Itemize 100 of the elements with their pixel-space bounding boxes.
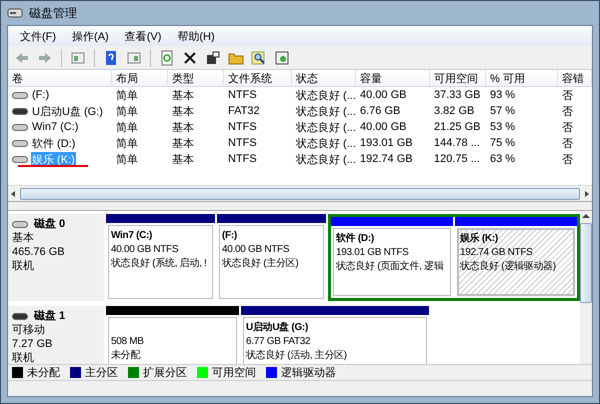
partition-size: 193.01 GB NTFS	[336, 246, 410, 259]
disk-type: 可移动	[12, 324, 46, 337]
disk-name: 磁盘 1	[34, 310, 66, 323]
table-cell-text: 简单	[115, 104, 139, 118]
table-cell-text: FAT32	[227, 105, 261, 117]
legend-label: 逻辑驱动器	[281, 366, 336, 380]
partition-block[interactable]: 娱乐 (K:) 192.74 GB NTFS 状态良好 (逻辑驱动器)	[455, 217, 577, 298]
partition-status: 未分配	[111, 349, 142, 362]
disk-size: 465.76 GB	[12, 246, 66, 259]
column-header[interactable]: 状态	[292, 70, 356, 87]
table-cell-text: 否	[561, 88, 574, 102]
scroll-up-icon	[582, 213, 590, 219]
partition-name: 软件 (D:)	[336, 232, 375, 245]
properties-icon	[205, 50, 221, 66]
column-header[interactable]: 文件系统	[224, 70, 292, 87]
volume-name[interactable]: (F:)	[31, 89, 50, 101]
disk-size: 7.27 GB	[12, 338, 54, 351]
table-cell-text: 63 %	[489, 153, 516, 165]
table-cell-text: 否	[561, 120, 574, 134]
partition-size: 6.77 GB FAT32	[246, 335, 312, 348]
table-cell-text: NTFS	[227, 89, 258, 101]
table-cell-text: 基本	[171, 120, 195, 134]
volume-name[interactable]: U启动U盘 (G:)	[31, 104, 104, 118]
partition-status: 状态良好 (活动, 主分区)	[246, 349, 348, 362]
panel-icon	[70, 50, 86, 66]
drive-icon	[12, 90, 28, 100]
menu-item[interactable]: 操作(A)	[64, 28, 117, 44]
table-cell-text: 状态良好 (...	[295, 152, 356, 166]
disk-app-icon	[7, 6, 23, 20]
help-icon	[103, 50, 119, 66]
column-header[interactable]: % 可用	[486, 70, 558, 87]
column-header[interactable]: 容错	[558, 70, 592, 87]
table-cell-text: 状态良好 (...	[295, 104, 356, 118]
partition-status: 状态良好 (页面文件, 逻辑	[336, 260, 445, 273]
table-cell-text: 状态良好 (...	[295, 88, 356, 102]
volume-name[interactable]: Win7 (C:)	[31, 121, 80, 133]
table-cell-text: 否	[561, 104, 574, 118]
table-cell-text: 193.01 GB	[359, 137, 414, 149]
disk-type: 基本	[12, 232, 35, 245]
partition-size: 40.00 GB NTFS	[222, 243, 290, 256]
menu-item[interactable]: 文件(F)	[12, 28, 64, 44]
column-header[interactable]: 类型	[168, 70, 224, 87]
partition-name: 娱乐 (K:)	[460, 232, 499, 245]
column-header[interactable]: 可用空间	[430, 70, 486, 87]
disk-info-panel[interactable]: 磁盘 0 基本 465.76 GB 联机	[8, 214, 104, 301]
table-cell-text: 53 %	[489, 121, 516, 133]
partition-block[interactable]: 软件 (D:) 193.01 GB NTFS 状态良好 (页面文件, 逻辑	[331, 217, 453, 298]
window-title: 磁盘管理	[29, 4, 77, 22]
table-cell-text: 120.75 ...	[433, 153, 481, 165]
table-cell-text: 93 %	[489, 89, 516, 101]
table-cell-text: 192.74 GB	[359, 153, 414, 165]
drive-icon	[12, 122, 28, 132]
partition-block[interactable]: U启动U盘 (G:) 6.77 GB FAT32 状态良好 (活动, 主分区)	[241, 306, 429, 364]
table-cell-text: NTFS	[227, 137, 258, 149]
table-cell-text: 基本	[171, 152, 195, 166]
partition-size: 508 MB	[111, 335, 145, 348]
table-cell-text: 状态良好 (...	[295, 136, 356, 150]
table-cell-text: 简单	[115, 152, 139, 166]
table-cell-text: 57 %	[489, 105, 516, 117]
partition-block[interactable]: Win7 (C:) 40.00 GB NTFS 状态良好 (系统, 启动, !	[106, 214, 215, 301]
usb-drive-icon	[12, 106, 28, 116]
partition-block[interactable]: 508 MB 未分配	[106, 306, 239, 364]
menu-item[interactable]: 查看(V)	[116, 28, 170, 44]
table-cell-text: 3.82 GB	[433, 105, 476, 117]
partition-status: 状态良好 (主分区)	[222, 257, 300, 270]
horizontal-scrollbar[interactable]	[8, 185, 592, 201]
legend-label: 主分区	[85, 366, 118, 380]
menu-item[interactable]: 帮助(H)	[169, 28, 223, 44]
table-cell-text: 否	[561, 152, 574, 166]
table-cell-text: 简单	[115, 88, 139, 102]
panel-icon	[126, 50, 142, 66]
partition-size: 40.00 GB NTFS	[111, 243, 180, 256]
usb-drive-icon	[12, 312, 28, 321]
table-cell-text: 状态良好 (...	[295, 120, 356, 134]
table-cell-text: 75 %	[489, 137, 516, 149]
table-cell-text: NTFS	[227, 121, 258, 133]
vertical-scrollbar[interactable]	[580, 211, 592, 364]
table-cell-text: 40.00 GB	[359, 89, 408, 101]
partition-size: 192.74 GB NTFS	[460, 246, 534, 259]
volume-name[interactable]: 软件 (D:)	[31, 136, 76, 150]
table-cell-text: NTFS	[227, 153, 258, 165]
table-cell-text: 21.25 GB	[433, 121, 482, 133]
drive-icon	[12, 138, 28, 148]
partition-status: 状态良好 (系统, 启动, !	[111, 257, 208, 270]
partition-block[interactable]: (F:) 40.00 GB NTFS 状态良好 (主分区)	[217, 214, 326, 301]
drive-icon	[12, 220, 28, 229]
table-cell-text: 6.76 GB	[359, 105, 402, 117]
partition-status: 状态良好 (逻辑驱动器)	[460, 260, 557, 273]
table-cell-text: 简单	[115, 136, 139, 150]
disk-status: 联机	[12, 260, 35, 273]
delete-icon	[182, 50, 198, 66]
disk-info-panel[interactable]: 磁盘 1 可移动 7.27 GB 联机	[8, 306, 104, 364]
table-cell-text: 基本	[171, 136, 195, 150]
column-header[interactable]: 容量	[356, 70, 430, 87]
search-icon	[251, 50, 267, 66]
partition-name: U启动U盘 (G:)	[246, 321, 309, 334]
column-header[interactable]: 布局	[112, 70, 168, 87]
table-cell-text: 基本	[171, 88, 195, 102]
column-header[interactable]: 卷	[8, 70, 112, 87]
legend-label: 未分配	[27, 366, 60, 380]
